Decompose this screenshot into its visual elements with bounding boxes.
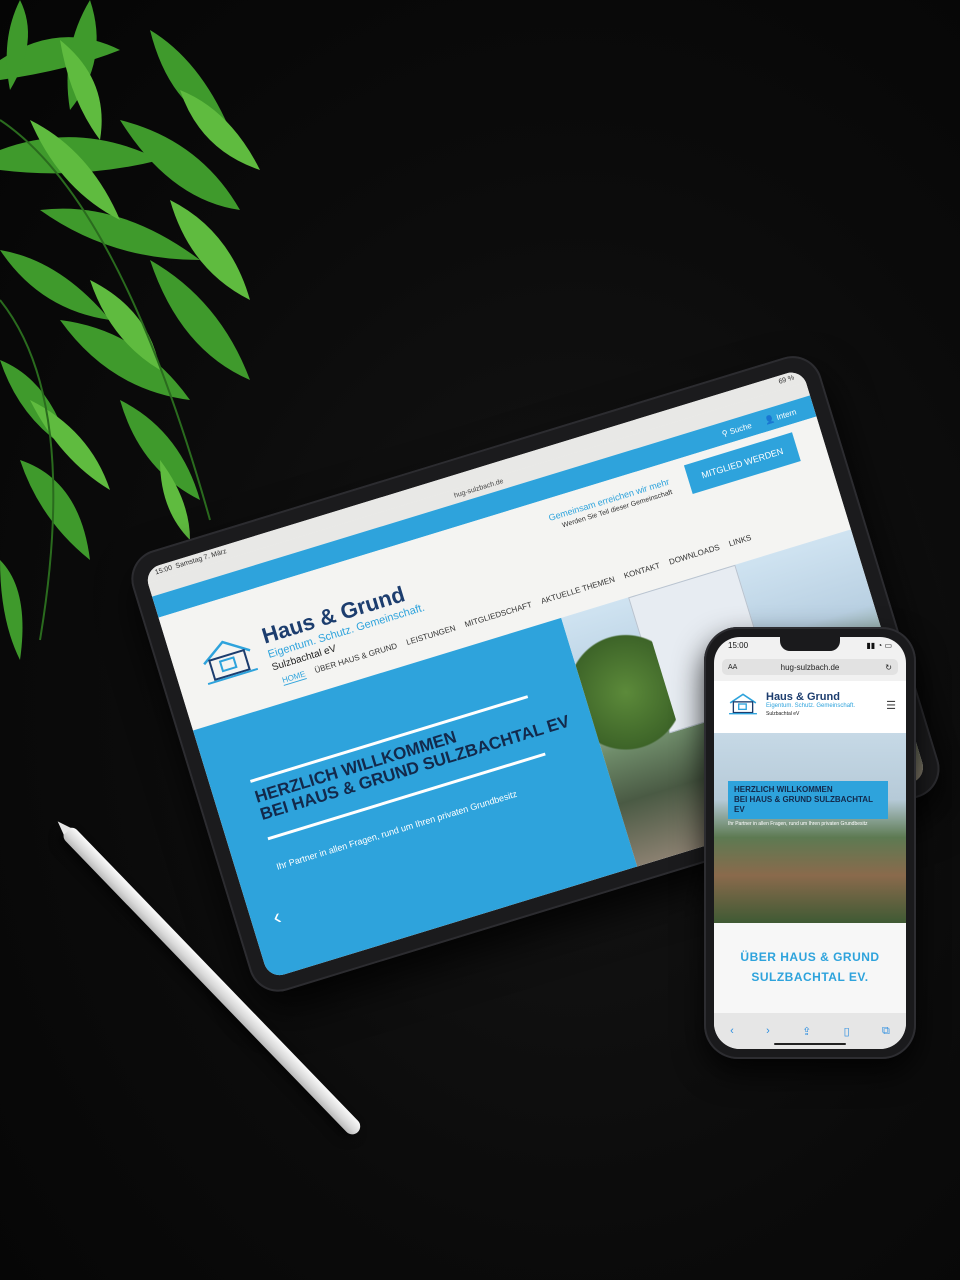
reload-icon[interactable]: ↻ (885, 663, 892, 672)
nav-topics[interactable]: AKTUELLE THEMEN (540, 575, 616, 607)
share-icon[interactable]: ⇪ (802, 1025, 811, 1038)
phone-site-header: Haus & Grund Eigentum. Schutz. Gemeinsch… (714, 681, 906, 733)
intern-link[interactable]: 👤 Intern (763, 407, 797, 425)
phone-device: 15:00 ▮▮ ◔ ▭ AA hug-sulzbach.de ↻ Haus &… (704, 627, 916, 1059)
phone-time: 15:00 (728, 641, 749, 650)
phone-status-bar: 15:00 ▮▮ ◔ ▭ (728, 641, 892, 650)
phone-hero: HERZLICH WILLKOMMEN BEI HAUS & GRUND SUL… (714, 733, 906, 923)
brand-tagline: Eigentum. Schutz. Gemeinschaft. (766, 703, 856, 709)
hero-prev-arrow-icon[interactable]: ‹ (270, 904, 285, 931)
home-indicator (774, 1043, 846, 1045)
phone-brand: Haus & Grund Eigentum. Schutz. Gemeinsch… (766, 691, 855, 717)
hamburger-menu-icon[interactable]: ☰ (886, 699, 896, 712)
tablet-time: 15:00 (154, 564, 174, 577)
back-icon[interactable]: ‹ (730, 1025, 734, 1037)
forward-icon[interactable]: › (766, 1025, 770, 1037)
search-link[interactable]: ⚲ Suche (721, 421, 753, 439)
hero-title-line1: HERZLICH WILLKOMMEN (252, 727, 459, 807)
nav-downloads[interactable]: DOWNLOADS (668, 543, 721, 568)
hero-subtitle: Ihr Partner in allen Fragen, rund um Ihr… (728, 821, 868, 827)
house-logo-icon[interactable] (195, 632, 260, 687)
bookmarks-icon[interactable]: ▯ (844, 1025, 850, 1038)
nav-contact[interactable]: KONTAKT (623, 561, 661, 581)
house-logo-icon[interactable] (728, 693, 758, 715)
intern-label: Intern (775, 406, 798, 422)
hero-title-line1: HERZLICH WILLKOMMEN (734, 785, 833, 794)
phone-about-section: ÜBER HAUS & GRUND SULZBACHTAL EV. (714, 923, 906, 1013)
phone-screen: 15:00 ▮▮ ◔ ▭ AA hug-sulzbach.de ↻ Haus &… (714, 637, 906, 1049)
phone-url-text: hug-sulzbach.de (780, 662, 840, 672)
reader-aa-icon[interactable]: AA (728, 664, 737, 671)
tabs-icon[interactable]: ⧉ (882, 1025, 890, 1038)
phone-url-bar[interactable]: AA hug-sulzbach.de ↻ (722, 659, 898, 675)
phone-signal-icon: ▮▮ ◔ ▭ (866, 641, 892, 650)
about-heading-line2: SULZBACHTAL EV. (751, 970, 869, 984)
about-heading-line1: ÜBER HAUS & GRUND (740, 950, 880, 964)
hero-title-line2: BEI HAUS & GRUND SULZBACHTAL EV (734, 795, 873, 814)
brand-location: Sulzbachtal eV (766, 711, 800, 717)
search-label: Suche (728, 420, 753, 436)
nav-links[interactable]: LINKS (728, 533, 753, 549)
phone-hero-title: HERZLICH WILLKOMMEN BEI HAUS & GRUND SUL… (728, 781, 888, 819)
photo-scene: 15:00 Samstag 7. März 69 % hug-sulzbach.… (0, 0, 960, 1280)
user-icon: 👤 (763, 413, 776, 426)
search-icon: ⚲ (720, 427, 729, 439)
brand-name: Haus & Grund (766, 691, 840, 703)
nav-membership[interactable]: MITGLIEDSCHAFT (464, 600, 534, 630)
nav-home[interactable]: HOME (281, 669, 307, 686)
